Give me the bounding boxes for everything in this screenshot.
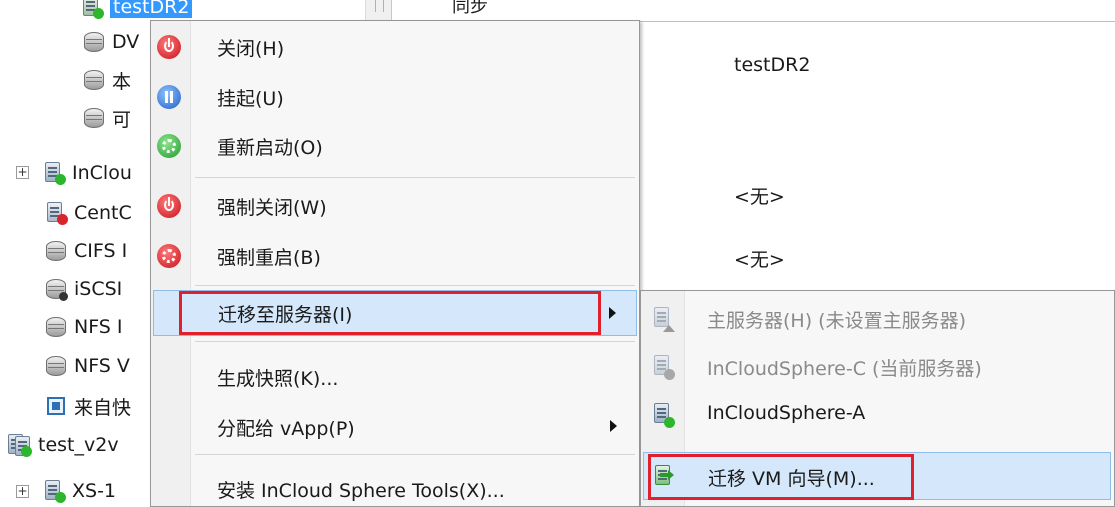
- disk-icon: [82, 30, 106, 54]
- tree-item-label: 可: [112, 108, 132, 131]
- expand-toggle[interactable]: +: [16, 485, 29, 498]
- host-group-icon: [8, 433, 32, 457]
- column-header-label: 同步: [452, 0, 488, 17]
- disk-icon: [44, 354, 68, 378]
- submenu-item-label: InCloudSphere-C (当前服务器): [707, 358, 982, 380]
- vm-stopped-icon: [44, 201, 68, 225]
- property-value: <无>: [734, 186, 785, 208]
- submenu-item-home-server[interactable]: 主服务器(H) (未设置主服务器): [643, 295, 1111, 343]
- annotation-highlight: [179, 291, 601, 335]
- restart-icon: [157, 134, 181, 158]
- tree-item-storage[interactable]: iSCSI: [44, 272, 122, 306]
- disk-icon: [44, 239, 68, 263]
- menu-item-take-snapshot[interactable]: 生成快照(K)...: [153, 354, 637, 400]
- submenu-item-label: InCloudSphere-A: [707, 402, 866, 424]
- menu-item-label: 关闭(H): [217, 37, 285, 60]
- tree-item-template[interactable]: 来自快: [44, 389, 131, 423]
- menu-item-assign-vapp[interactable]: 分配给 vApp(P): [153, 404, 637, 450]
- tree-item-label: NFS V: [74, 355, 130, 377]
- tree-item-label: iSCSI: [74, 278, 123, 300]
- menu-item-suspend[interactable]: 挂起(U): [153, 74, 637, 120]
- menu-item-install-tools[interactable]: 安装 InCloud Sphere Tools(X)...: [153, 466, 637, 507]
- menu-item-label: 强制关闭(W): [217, 196, 327, 219]
- menu-item-restart[interactable]: 重新启动(O): [153, 123, 637, 169]
- expand-toggle[interactable]: +: [16, 166, 29, 179]
- tree-item-label: 来自快: [74, 396, 132, 419]
- context-menu: 关闭(H) 挂起(U) 重新启动(O) 强制关闭(W) 强制重启(B) 迁移至服…: [150, 20, 640, 507]
- disk-icon: [82, 68, 106, 92]
- menu-item-shutdown[interactable]: 关闭(H): [153, 24, 637, 70]
- tree-item-label: XS-1: [72, 480, 117, 502]
- menu-item-label: 分配给 vApp(P): [217, 417, 355, 440]
- tree-item-host[interactable]: XS-1: [42, 474, 116, 507]
- tree-item-storage[interactable]: NFS V: [44, 349, 130, 383]
- host-running-icon: [42, 161, 66, 185]
- disk-icon: [44, 315, 68, 339]
- menu-item-label: 生成快照(K)...: [217, 367, 339, 390]
- annotation-highlight: [648, 454, 914, 500]
- tree-item-label: testDR2: [110, 0, 193, 18]
- vm-running-icon: [80, 0, 104, 19]
- tree-item-label: DV: [112, 31, 140, 53]
- menu-item-label: 挂起(U): [217, 87, 284, 110]
- tree-item-label: InClou: [72, 162, 132, 184]
- force-shutdown-icon: [157, 194, 181, 218]
- menu-item-label: 安装 InCloud Sphere Tools(X)...: [217, 479, 505, 502]
- tree-item-vm[interactable]: CentC: [44, 196, 132, 230]
- iscsi-disk-icon: [44, 277, 68, 301]
- vm-template-icon: [44, 394, 68, 418]
- submenu-item-server-a[interactable]: InCloudSphere-A: [643, 391, 1111, 439]
- tree-item-storage[interactable]: NFS I: [44, 310, 123, 344]
- power-off-icon: [157, 35, 181, 59]
- tree-item-label: CIFS I: [74, 240, 128, 262]
- submenu-arrow-icon: [609, 307, 616, 319]
- tree-item-label: NFS I: [74, 316, 123, 338]
- tree-item-pool[interactable]: test_v2v: [8, 428, 119, 462]
- tree-item-label: test_v2v: [38, 434, 119, 456]
- home-server-icon: [651, 306, 675, 332]
- submenu-item-label: 主服务器(H) (未设置主服务器): [707, 310, 966, 332]
- host-running-icon: [42, 479, 66, 503]
- tree-item-disk[interactable]: DV: [82, 25, 139, 59]
- server-disabled-icon: [651, 354, 675, 380]
- server-running-icon: [651, 402, 675, 428]
- menu-item-force-shutdown[interactable]: 强制关闭(W): [153, 183, 637, 229]
- property-value: <无>: [734, 249, 785, 271]
- menu-item-label: 重新启动(O): [217, 136, 323, 159]
- tree-item-label: 本: [112, 70, 132, 93]
- disk-icon: [82, 106, 106, 130]
- tree-item-label: CentC: [74, 202, 132, 224]
- menu-item-force-restart[interactable]: 强制重启(B): [153, 233, 637, 279]
- tree-item-storage[interactable]: CIFS I: [44, 234, 127, 268]
- vm-name-value: testDR2: [734, 54, 811, 76]
- tree-item-host[interactable]: InClou: [42, 156, 132, 190]
- submenu-arrow-icon: [610, 420, 617, 432]
- force-restart-icon: [157, 244, 181, 268]
- tree-item-disk[interactable]: 可: [82, 101, 131, 135]
- menu-item-label: 强制重启(B): [217, 246, 321, 269]
- tree-item-disk[interactable]: 本: [82, 63, 131, 97]
- pause-icon: [157, 85, 181, 109]
- migrate-submenu: 主服务器(H) (未设置主服务器) InCloudSphere-C (当前服务器…: [640, 290, 1115, 507]
- submenu-item-current-server[interactable]: InCloudSphere-C (当前服务器): [643, 343, 1111, 391]
- column-header: 同步: [392, 0, 1115, 22]
